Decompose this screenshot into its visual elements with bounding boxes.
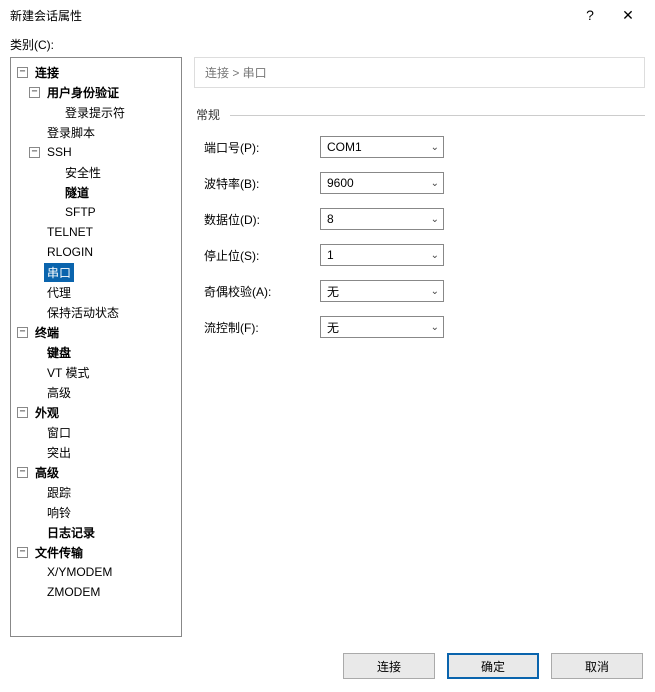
tree-item-serial[interactable]: 串口 [44, 263, 74, 282]
parity-label: 奇偶校验(A): [204, 283, 320, 300]
tree-item-advanced1[interactable]: 高级 [44, 383, 74, 402]
help-button[interactable]: ? [571, 1, 609, 29]
category-label: 类别(C): [0, 30, 655, 57]
tree-item-terminal[interactable]: 终端 [32, 323, 62, 342]
tree-item-highlight[interactable]: 突出 [44, 443, 74, 462]
collapse-icon[interactable]: − [17, 327, 28, 338]
stopbits-combo[interactable]: 1 ⌄ [320, 244, 444, 266]
collapse-icon[interactable]: − [17, 467, 28, 478]
tree-item-filetransfer[interactable]: 文件传输 [32, 543, 86, 562]
stopbits-label: 停止位(S): [204, 247, 320, 264]
databits-combo[interactable]: 8 ⌄ [320, 208, 444, 230]
chevron-down-icon: ⌄ [431, 322, 439, 333]
close-icon: ✕ [622, 7, 634, 24]
baud-label: 波特率(B): [204, 175, 320, 192]
tree-item-auth[interactable]: 用户身份验证 [44, 83, 122, 102]
collapse-icon[interactable]: − [17, 67, 28, 78]
tree-item-tunnel[interactable]: 隧道 [62, 183, 92, 202]
tree-item-zmodem[interactable]: ZMODEM [44, 584, 103, 600]
chevron-down-icon: ⌄ [431, 214, 439, 225]
help-icon: ? [586, 7, 594, 23]
parity-combo[interactable]: 无 ⌄ [320, 280, 444, 302]
databits-value: 8 [327, 212, 334, 226]
tree-item-connection[interactable]: 连接 [32, 63, 62, 82]
tree-item-vtmode[interactable]: VT 模式 [44, 363, 92, 382]
window-title: 新建会话属性 [10, 7, 571, 24]
chevron-down-icon: ⌄ [431, 178, 439, 189]
tree-item-appearance[interactable]: 外观 [32, 403, 62, 422]
tree-item-login-prompt[interactable]: 登录提示符 [62, 103, 128, 122]
divider [230, 115, 645, 116]
ok-button[interactable]: 确定 [447, 653, 539, 679]
parity-value: 无 [327, 283, 339, 300]
cancel-button[interactable]: 取消 [551, 653, 643, 679]
tree-item-ssh[interactable]: SSH [44, 144, 75, 160]
tree-item-rlogin[interactable]: RLOGIN [44, 244, 96, 260]
collapse-icon[interactable]: − [29, 147, 40, 158]
tree-item-proxy[interactable]: 代理 [44, 283, 74, 302]
chevron-down-icon: ⌄ [431, 142, 439, 153]
collapse-icon[interactable]: − [17, 407, 28, 418]
tree-item-sftp[interactable]: SFTP [62, 204, 99, 220]
breadcrumb: 连接 > 串口 [194, 57, 645, 88]
dialog-footer: 连接 确定 取消 [0, 637, 655, 679]
port-combo[interactable]: COM1 ⌄ [320, 136, 444, 158]
close-button[interactable]: ✕ [609, 1, 647, 29]
tree-item-advanced[interactable]: 高级 [32, 463, 62, 482]
tree-item-security[interactable]: 安全性 [62, 163, 104, 182]
tree-item-login-script[interactable]: 登录脚本 [44, 123, 98, 142]
tree-item-xymodem[interactable]: X/YMODEM [44, 564, 115, 580]
tree-item-logging[interactable]: 日志记录 [44, 523, 98, 542]
group-label: 常规 [196, 106, 645, 123]
chevron-down-icon: ⌄ [431, 250, 439, 261]
tree-item-trace[interactable]: 跟踪 [44, 483, 74, 502]
settings-panel: 连接 > 串口 常规 端口号(P): COM1 ⌄ 波特率(B): 9600 ⌄… [182, 57, 645, 637]
connect-button[interactable]: 连接 [343, 653, 435, 679]
tree-item-window[interactable]: 窗口 [44, 423, 74, 442]
flow-label: 流控制(F): [204, 319, 320, 336]
port-value: COM1 [327, 140, 362, 154]
flow-combo[interactable]: 无 ⌄ [320, 316, 444, 338]
stopbits-value: 1 [327, 248, 334, 262]
collapse-icon[interactable]: − [29, 87, 40, 98]
collapse-icon[interactable]: − [17, 547, 28, 558]
tree-item-bell[interactable]: 响铃 [44, 503, 74, 522]
databits-label: 数据位(D): [204, 211, 320, 228]
tree-item-telnet[interactable]: TELNET [44, 224, 96, 240]
category-tree[interactable]: −连接 −用户身份验证 登录提示符 登录脚本 −SSH 安全性 隧道 SFTP [10, 57, 182, 637]
chevron-down-icon: ⌄ [431, 286, 439, 297]
flow-value: 无 [327, 319, 339, 336]
titlebar: 新建会话属性 ? ✕ [0, 0, 655, 30]
baud-value: 9600 [327, 176, 354, 190]
tree-item-keyboard[interactable]: 键盘 [44, 343, 74, 362]
group-label-text: 常规 [196, 108, 220, 122]
baud-combo[interactable]: 9600 ⌄ [320, 172, 444, 194]
tree-item-keepalive[interactable]: 保持活动状态 [44, 303, 122, 322]
port-label: 端口号(P): [204, 139, 320, 156]
